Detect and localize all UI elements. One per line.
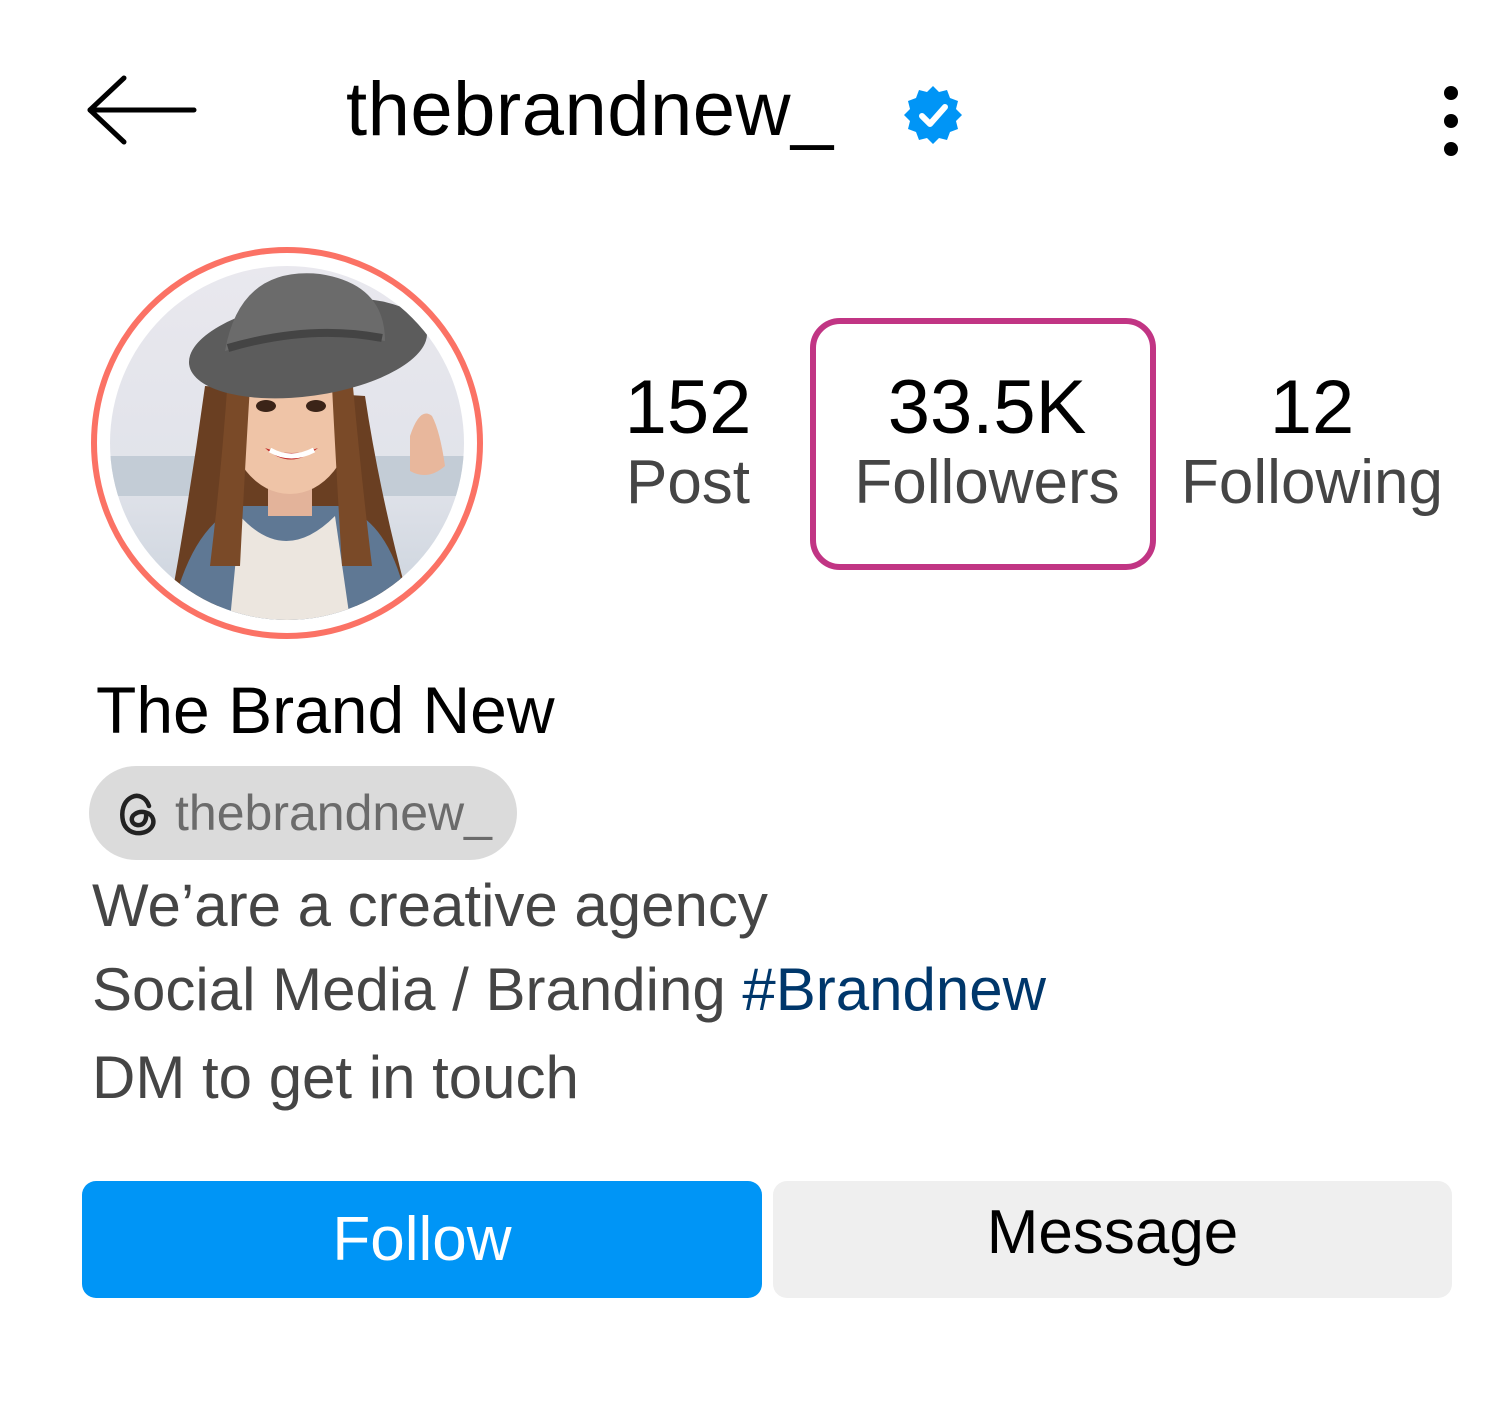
following-count: 12	[1269, 365, 1355, 450]
follow-button[interactable]: Follow	[82, 1181, 762, 1298]
threads-badge[interactable]: thebrandnew_	[89, 766, 517, 860]
message-button[interactable]: Message	[773, 1181, 1452, 1298]
verified-badge-icon	[902, 84, 964, 146]
following-label: Following	[1181, 448, 1443, 517]
threads-handle: thebrandnew_	[175, 785, 492, 841]
bio-line-1: We’are a creative agency	[92, 872, 768, 939]
avatar[interactable]	[110, 266, 464, 620]
profile-username: thebrandnew_	[346, 67, 834, 152]
more-dot	[1444, 114, 1458, 128]
hashtag-link[interactable]: #Brandnew	[742, 956, 1046, 1023]
stat-followers[interactable]: 33.5K Followers	[813, 368, 1161, 518]
more-options-button[interactable]	[1422, 80, 1482, 160]
back-button[interactable]	[82, 70, 202, 150]
threads-icon	[113, 788, 163, 838]
bio-line-3: DM to get in touch	[92, 1044, 579, 1111]
followers-count: 33.5K	[887, 365, 1087, 450]
display-name: The Brand New	[96, 673, 555, 747]
stat-posts[interactable]: 152 Post	[590, 368, 786, 518]
followers-label: Followers	[854, 448, 1120, 517]
avatar-photo	[110, 266, 464, 620]
bio-line-2: Social Media / Branding #Brandnew	[92, 950, 1046, 1030]
bio-line-2-text: Social Media / Branding	[92, 956, 743, 1023]
posts-label: Post	[625, 448, 751, 517]
arrow-left-icon	[87, 75, 197, 145]
more-dot	[1444, 86, 1458, 100]
more-dot	[1444, 142, 1458, 156]
stat-following[interactable]: 12 Following	[1162, 368, 1462, 518]
posts-count: 152	[624, 365, 752, 450]
